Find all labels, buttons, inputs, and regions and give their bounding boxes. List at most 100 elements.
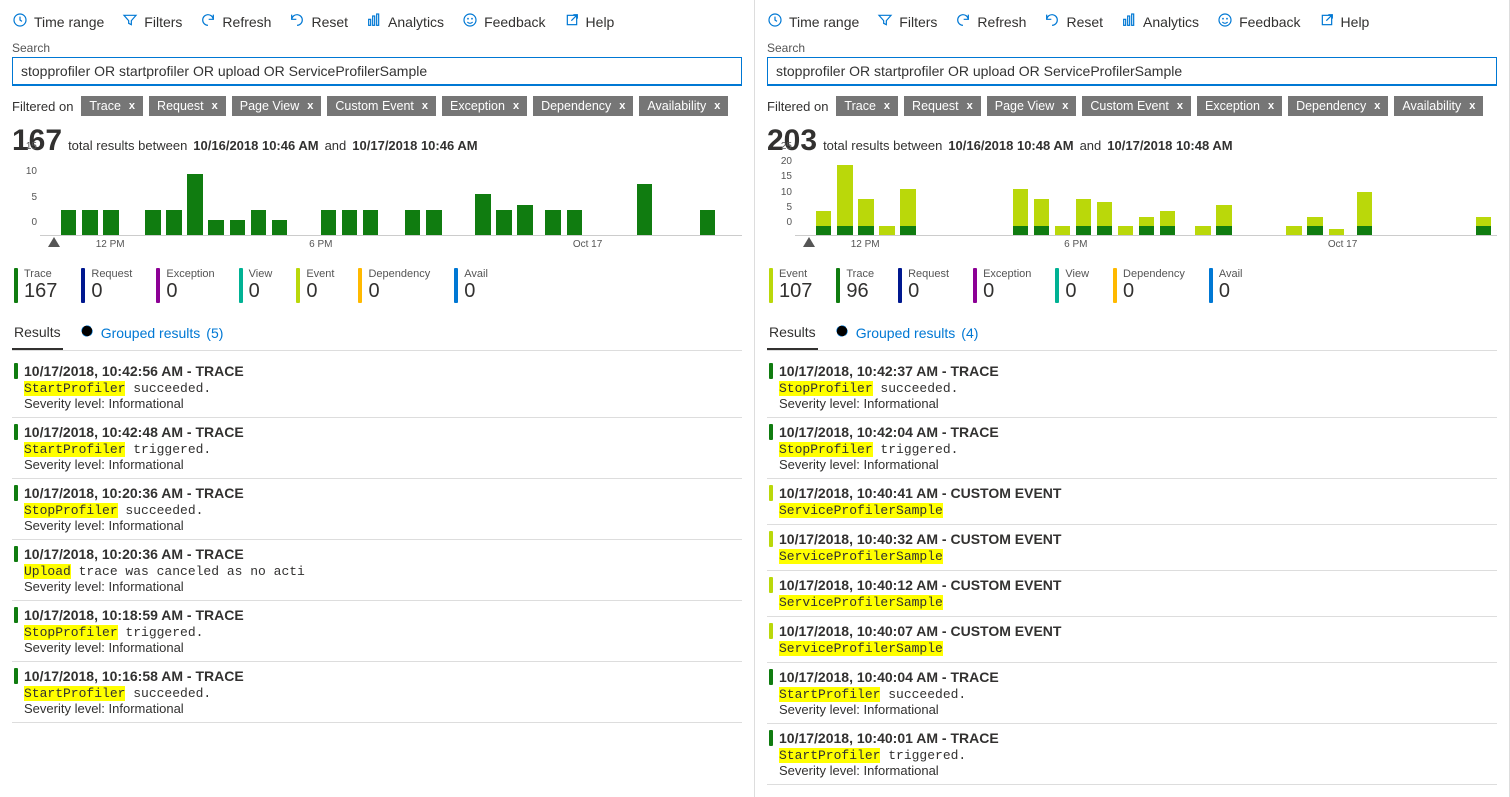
- refresh-button[interactable]: Refresh: [955, 12, 1026, 31]
- help-icon: [564, 12, 580, 31]
- result-row[interactable]: 10/17/2018, 10:20:36 AM - TRACE StopProf…: [12, 479, 742, 540]
- legend-item[interactable]: Dependency 0: [1113, 268, 1185, 303]
- filter-chip[interactable]: Page Viewx: [987, 96, 1077, 116]
- chip-remove-icon[interactable]: x: [1062, 100, 1068, 112]
- search-input[interactable]: [767, 57, 1497, 86]
- result-row[interactable]: 10/17/2018, 10:42:56 AM - TRACE StartPro…: [12, 357, 742, 418]
- chip-remove-icon[interactable]: x: [1374, 100, 1380, 112]
- legend-color-icon: [156, 268, 160, 303]
- chip-remove-icon[interactable]: x: [884, 100, 890, 112]
- chip-remove-icon[interactable]: x: [1268, 100, 1274, 112]
- filter-chip[interactable]: Requestx: [904, 96, 981, 116]
- result-row[interactable]: 10/17/2018, 10:40:04 AM - TRACE StartPro…: [767, 663, 1497, 724]
- legend-color-icon: [898, 268, 902, 303]
- feedback-button[interactable]: Feedback: [462, 12, 545, 31]
- legend-item[interactable]: View 0: [1055, 268, 1089, 303]
- legend-item[interactable]: View 0: [239, 268, 273, 303]
- legend-item[interactable]: Exception 0: [156, 268, 214, 303]
- result-row[interactable]: 10/17/2018, 10:40:01 AM - TRACE StartPro…: [767, 724, 1497, 785]
- grouped-icon: [79, 323, 95, 342]
- legend-item[interactable]: Event 0: [296, 268, 334, 303]
- result-row[interactable]: 10/17/2018, 10:42:37 AM - TRACE StopProf…: [767, 357, 1497, 418]
- filtered-on-label: Filtered on: [767, 99, 828, 114]
- chart-plot[interactable]: [795, 160, 1497, 236]
- search-input[interactable]: [12, 57, 742, 86]
- chip-remove-icon[interactable]: x: [714, 100, 720, 112]
- result-row[interactable]: 10/17/2018, 10:40:41 AM - CUSTOM EVENT S…: [767, 479, 1497, 525]
- filter-chip[interactable]: Exceptionx: [1197, 96, 1282, 116]
- time-range-button[interactable]: Time range: [12, 12, 104, 31]
- filter-chip[interactable]: Dependencyx: [533, 96, 633, 116]
- tab-results[interactable]: Results: [767, 317, 818, 350]
- legend-color-icon: [973, 268, 977, 303]
- help-button[interactable]: Help: [564, 12, 615, 31]
- result-row[interactable]: 10/17/2018, 10:16:58 AM - TRACE StartPro…: [12, 662, 742, 723]
- analytics-button[interactable]: Analytics: [1121, 12, 1199, 31]
- filter-chip[interactable]: Exceptionx: [442, 96, 527, 116]
- filter-chip[interactable]: Tracex: [836, 96, 898, 116]
- filter-chip[interactable]: Page Viewx: [232, 96, 322, 116]
- tab-grouped-results[interactable]: Grouped results (4): [832, 317, 981, 350]
- timeline-chart[interactable]: 051015 12 PM6 PMOct 17: [12, 160, 742, 250]
- legend-item[interactable]: Avail 0: [454, 268, 488, 303]
- legend-item[interactable]: Event 107: [769, 268, 812, 303]
- result-row[interactable]: 10/17/2018, 10:40:12 AM - CUSTOM EVENT S…: [767, 571, 1497, 617]
- analytics-button[interactable]: Analytics: [366, 12, 444, 31]
- filter-chip[interactable]: Dependencyx: [1288, 96, 1388, 116]
- legend-item[interactable]: Trace 96: [836, 268, 874, 303]
- result-row[interactable]: 10/17/2018, 10:42:48 AM - TRACE StartPro…: [12, 418, 742, 479]
- filter-chip[interactable]: Custom Eventx: [1082, 96, 1191, 116]
- filter-chip[interactable]: Custom Eventx: [327, 96, 436, 116]
- result-row[interactable]: 10/17/2018, 10:40:07 AM - CUSTOM EVENT S…: [767, 617, 1497, 663]
- help-button[interactable]: Help: [1319, 12, 1370, 31]
- filter-chip[interactable]: Availabilityx: [639, 96, 728, 116]
- filter-chip[interactable]: Requestx: [149, 96, 226, 116]
- chip-remove-icon[interactable]: x: [513, 100, 519, 112]
- result-row[interactable]: 10/17/2018, 10:40:32 AM - CUSTOM EVENT S…: [767, 525, 1497, 571]
- tab-grouped-results[interactable]: Grouped results (5): [77, 317, 226, 350]
- reset-icon: [289, 12, 305, 31]
- time-range-button[interactable]: Time range: [767, 12, 859, 31]
- result-row[interactable]: 10/17/2018, 10:42:04 AM - TRACE StopProf…: [767, 418, 1497, 479]
- chip-remove-icon[interactable]: x: [967, 100, 973, 112]
- row-type-icon: [769, 730, 773, 746]
- result-row[interactable]: 10/17/2018, 10:20:36 AM - TRACE Upload t…: [12, 540, 742, 601]
- filter-chip[interactable]: Tracex: [81, 96, 143, 116]
- legend-item[interactable]: Exception 0: [973, 268, 1031, 303]
- chip-remove-icon[interactable]: x: [1177, 100, 1183, 112]
- chip-remove-icon[interactable]: x: [307, 100, 313, 112]
- filter-chip[interactable]: Availabilityx: [1394, 96, 1483, 116]
- legend-item[interactable]: Request 0: [898, 268, 949, 303]
- chart-legend: Trace 167 Request 0 Exception 0 View 0: [12, 268, 742, 303]
- chip-remove-icon[interactable]: x: [212, 100, 218, 112]
- chip-remove-icon[interactable]: x: [129, 100, 135, 112]
- reset-button[interactable]: Reset: [289, 12, 348, 31]
- timeline-chart[interactable]: 0510152025 12 PM6 PMOct 17: [767, 160, 1497, 250]
- row-type-icon: [769, 669, 773, 685]
- tab-results[interactable]: Results: [12, 317, 63, 350]
- search-label: Search: [767, 41, 1497, 55]
- reset-button[interactable]: Reset: [1044, 12, 1103, 31]
- feedback-button[interactable]: Feedback: [1217, 12, 1300, 31]
- legend-item[interactable]: Dependency 0: [358, 268, 430, 303]
- chip-remove-icon[interactable]: x: [1469, 100, 1475, 112]
- refresh-icon: [200, 12, 216, 31]
- grouped-icon: [834, 323, 850, 342]
- filters-button[interactable]: Filters: [122, 12, 182, 31]
- row-type-icon: [14, 668, 18, 684]
- legend-item[interactable]: Avail 0: [1209, 268, 1243, 303]
- filters-button[interactable]: Filters: [877, 12, 937, 31]
- total-count: 167: [12, 124, 62, 158]
- legend-color-icon: [836, 268, 840, 303]
- chip-remove-icon[interactable]: x: [422, 100, 428, 112]
- refresh-button[interactable]: Refresh: [200, 12, 271, 31]
- toolbar: Time range Filters Refresh Reset Analytics Fe…: [12, 8, 742, 41]
- row-type-icon: [14, 607, 18, 623]
- legend-item[interactable]: Request 0: [81, 268, 132, 303]
- refresh-icon: [955, 12, 971, 31]
- chip-remove-icon[interactable]: x: [619, 100, 625, 112]
- legend-item[interactable]: Trace 167: [14, 268, 57, 303]
- filter-icon: [877, 12, 893, 31]
- chart-plot[interactable]: [40, 160, 742, 236]
- result-row[interactable]: 10/17/2018, 10:18:59 AM - TRACE StopProf…: [12, 601, 742, 662]
